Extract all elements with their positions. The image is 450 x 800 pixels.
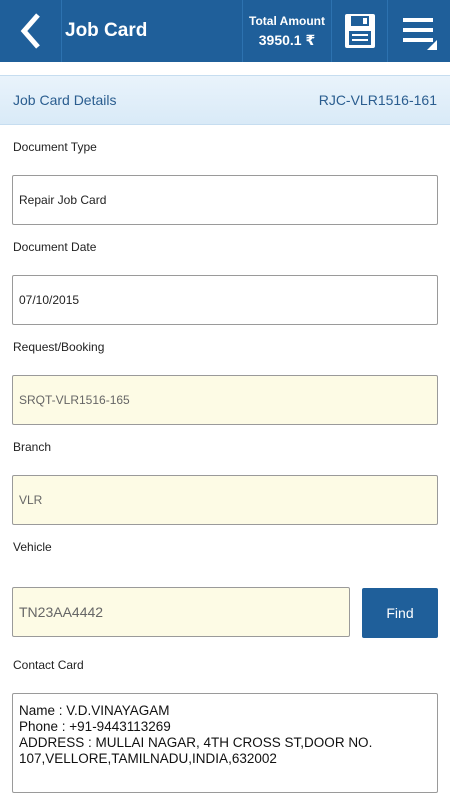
document-type-label: Document Type bbox=[13, 140, 97, 154]
contact-address-line-2: 107,VELLORE,TAMILNADU,INDIA,632002 bbox=[19, 751, 277, 766]
menu-icon bbox=[403, 18, 437, 50]
currency-symbol: ₹ bbox=[305, 31, 316, 48]
vehicle-input[interactable]: TN23AA4442 bbox=[12, 587, 350, 637]
total-amount-row: 3950.1 ₹ bbox=[259, 32, 315, 49]
contact-card-label: Contact Card bbox=[13, 658, 84, 672]
back-chevron-icon bbox=[20, 13, 40, 49]
job-card-number: RJC-VLR1516-161 bbox=[318, 92, 437, 108]
total-amount-label: Total Amount bbox=[249, 13, 325, 28]
contact-name-line: Name : V.D.VINAYAGAM bbox=[19, 703, 170, 718]
contact-card-box[interactable]: Name : V.D.VINAYAGAM Phone : +91-9443113… bbox=[12, 693, 438, 793]
top-app-bar: Job Card Total Amount 3950.1 ₹ bbox=[0, 0, 450, 62]
find-button[interactable]: Find bbox=[362, 588, 438, 638]
section-title: Job Card Details bbox=[13, 92, 117, 108]
save-button[interactable] bbox=[332, 0, 388, 62]
total-amount-value: 3950.1 bbox=[258, 31, 302, 48]
contact-phone-line: Phone : +91-9443113269 bbox=[19, 719, 171, 734]
branch-field[interactable]: VLR bbox=[12, 475, 438, 525]
document-date-label: Document Date bbox=[13, 240, 97, 254]
document-type-field[interactable]: Repair Job Card bbox=[12, 175, 438, 225]
request-booking-field[interactable]: SRQT-VLR1516-165 bbox=[12, 375, 438, 425]
contact-address-line-1: ADDRESS : MULLAI NAGAR, 4TH CROSS ST,DOO… bbox=[19, 735, 373, 750]
page-title: Job Card bbox=[65, 20, 148, 41]
branch-label: Branch bbox=[13, 440, 52, 454]
back-button[interactable] bbox=[0, 0, 62, 62]
job-card-details-header: Job Card Details RJC-VLR1516-161 bbox=[0, 75, 450, 125]
total-amount-display: Total Amount 3950.1 ₹ bbox=[242, 0, 332, 62]
vehicle-label: Vehicle bbox=[13, 540, 52, 554]
request-booking-label: Request/Booking bbox=[13, 340, 105, 354]
document-date-field[interactable]: 07/10/2015 bbox=[12, 275, 438, 325]
menu-button[interactable] bbox=[388, 0, 450, 62]
save-disk-icon bbox=[344, 14, 375, 48]
